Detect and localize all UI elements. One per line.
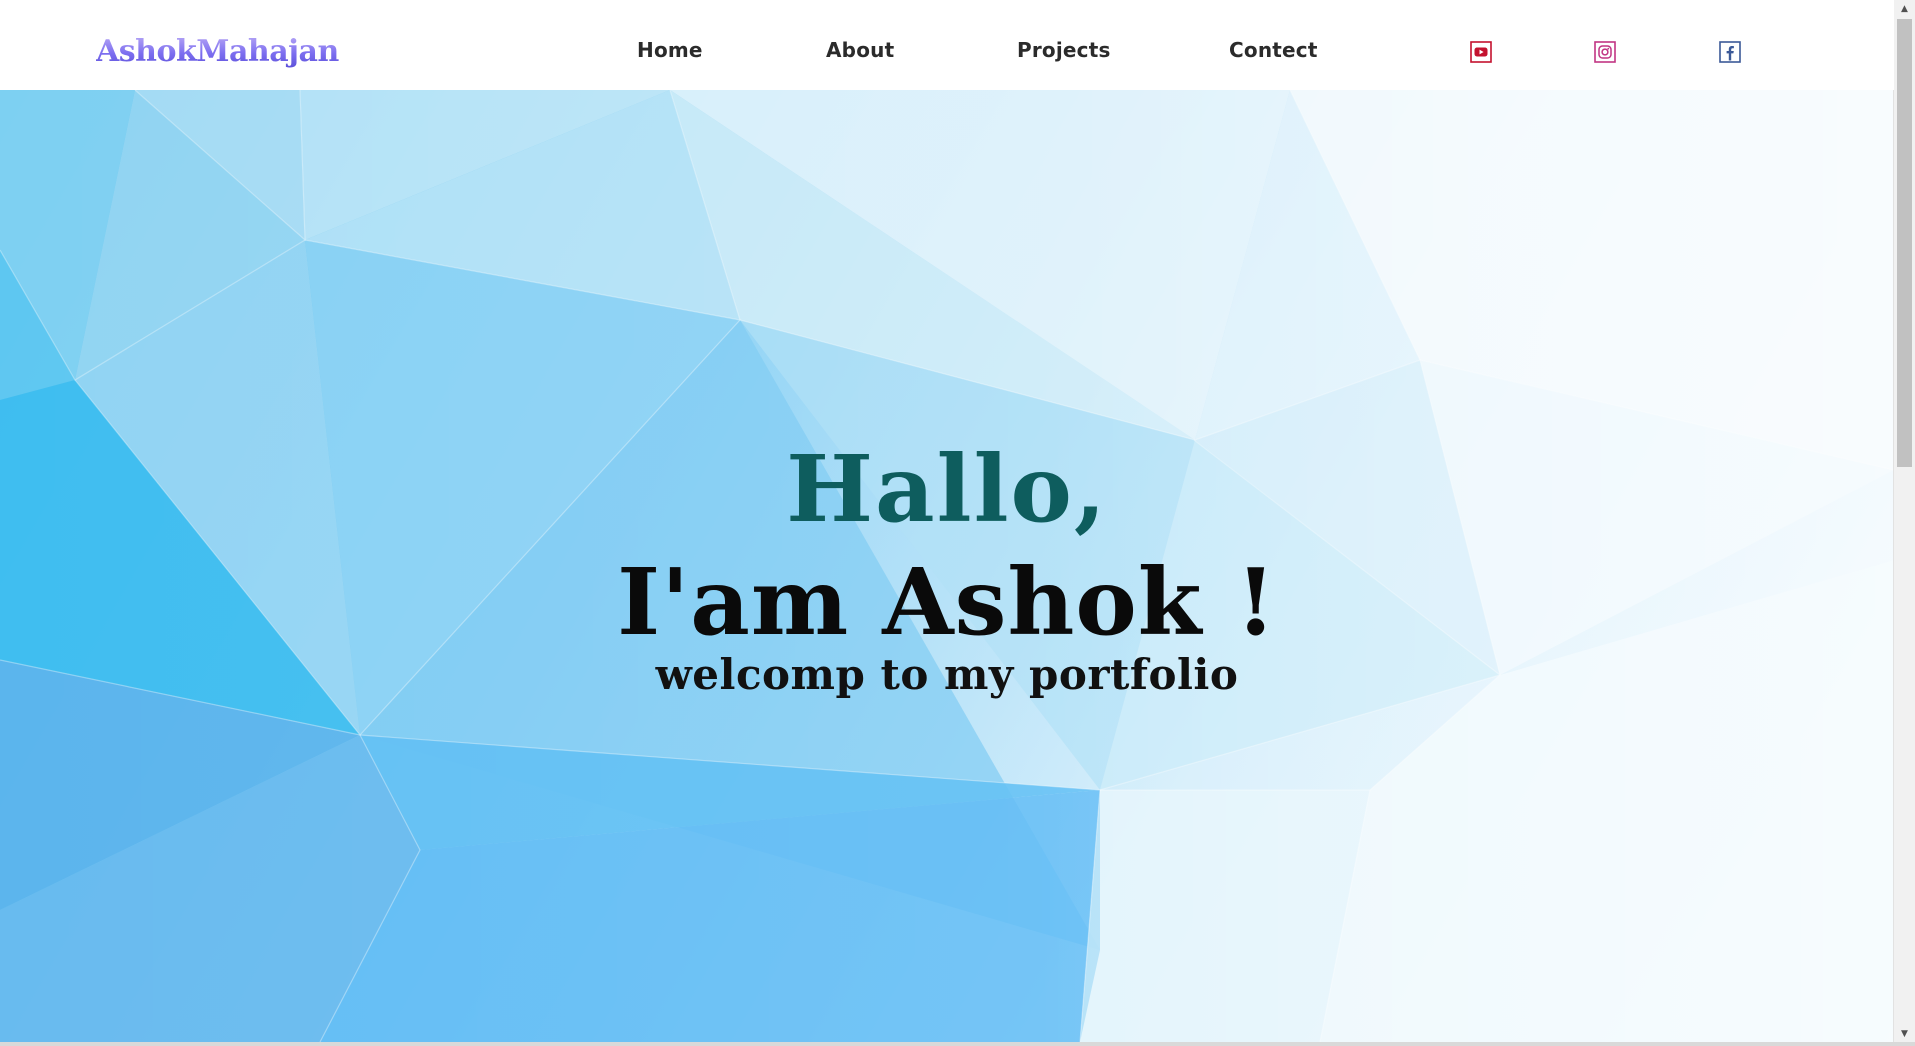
nav-link-about[interactable]: About [826, 38, 894, 62]
hero-greeting: Hallo, [786, 435, 1108, 543]
vertical-scrollbar[interactable]: ▲ ▼ [1893, 0, 1915, 1042]
scroll-down-arrow-icon[interactable]: ▼ [1894, 1025, 1915, 1042]
site-logo[interactable]: AshokMahajan [96, 34, 339, 69]
nav-link-home[interactable]: Home [637, 38, 703, 62]
nav-link-contect[interactable]: Contect [1229, 38, 1318, 62]
portfolio-page: AshokMahajan Home About Projects Contect [0, 0, 1915, 1046]
bottom-edge [0, 1042, 1915, 1046]
hero-headline: I'am Ashok ! [617, 548, 1277, 656]
top-navbar: AshokMahajan Home About Projects Contect [0, 0, 1894, 90]
hero-subline: welcomp to my portfolio [655, 650, 1239, 699]
facebook-icon[interactable] [1719, 41, 1741, 63]
nav-link-projects[interactable]: Projects [1017, 38, 1111, 62]
youtube-icon[interactable] [1470, 41, 1492, 63]
hero-section: Hallo, I'am Ashok ! welcomp to my portfo… [0, 90, 1894, 1042]
scroll-up-arrow-icon[interactable]: ▲ [1894, 0, 1915, 17]
scroll-thumb[interactable] [1897, 19, 1912, 467]
instagram-icon[interactable] [1594, 41, 1616, 63]
